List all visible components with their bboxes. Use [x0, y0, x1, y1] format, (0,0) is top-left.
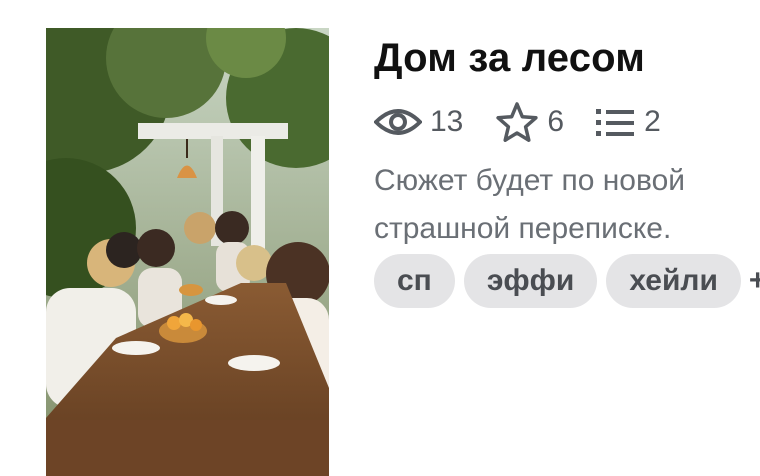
tag-chip[interactable]: сп [374, 254, 455, 308]
stars-stat: 6 [495, 101, 564, 143]
story-description: Сюжет будет по новой страшной переписке. [374, 164, 686, 245]
views-count: 13 [430, 105, 464, 138]
list-icon [596, 106, 644, 138]
stars-count: 6 [547, 105, 565, 138]
tag-list: сп эффи хейли + [374, 254, 760, 308]
star-icon [495, 101, 547, 143]
story-title[interactable]: Дом за лесом [374, 36, 645, 81]
views-stat: 13 [374, 105, 463, 139]
cover-image[interactable] [46, 28, 329, 476]
eye-icon [374, 106, 430, 138]
story-card[interactable]: Дом за лесом 13 6 2 Сюжет будет по новой… [0, 0, 760, 476]
story-stats: 13 6 2 [374, 100, 693, 144]
parts-stat: 2 [596, 105, 661, 139]
parts-count: 2 [644, 105, 661, 138]
tag-chip[interactable]: эффи [463, 254, 598, 308]
more-tags-button[interactable]: + [749, 264, 760, 298]
tag-chip[interactable]: хейли [606, 254, 741, 308]
